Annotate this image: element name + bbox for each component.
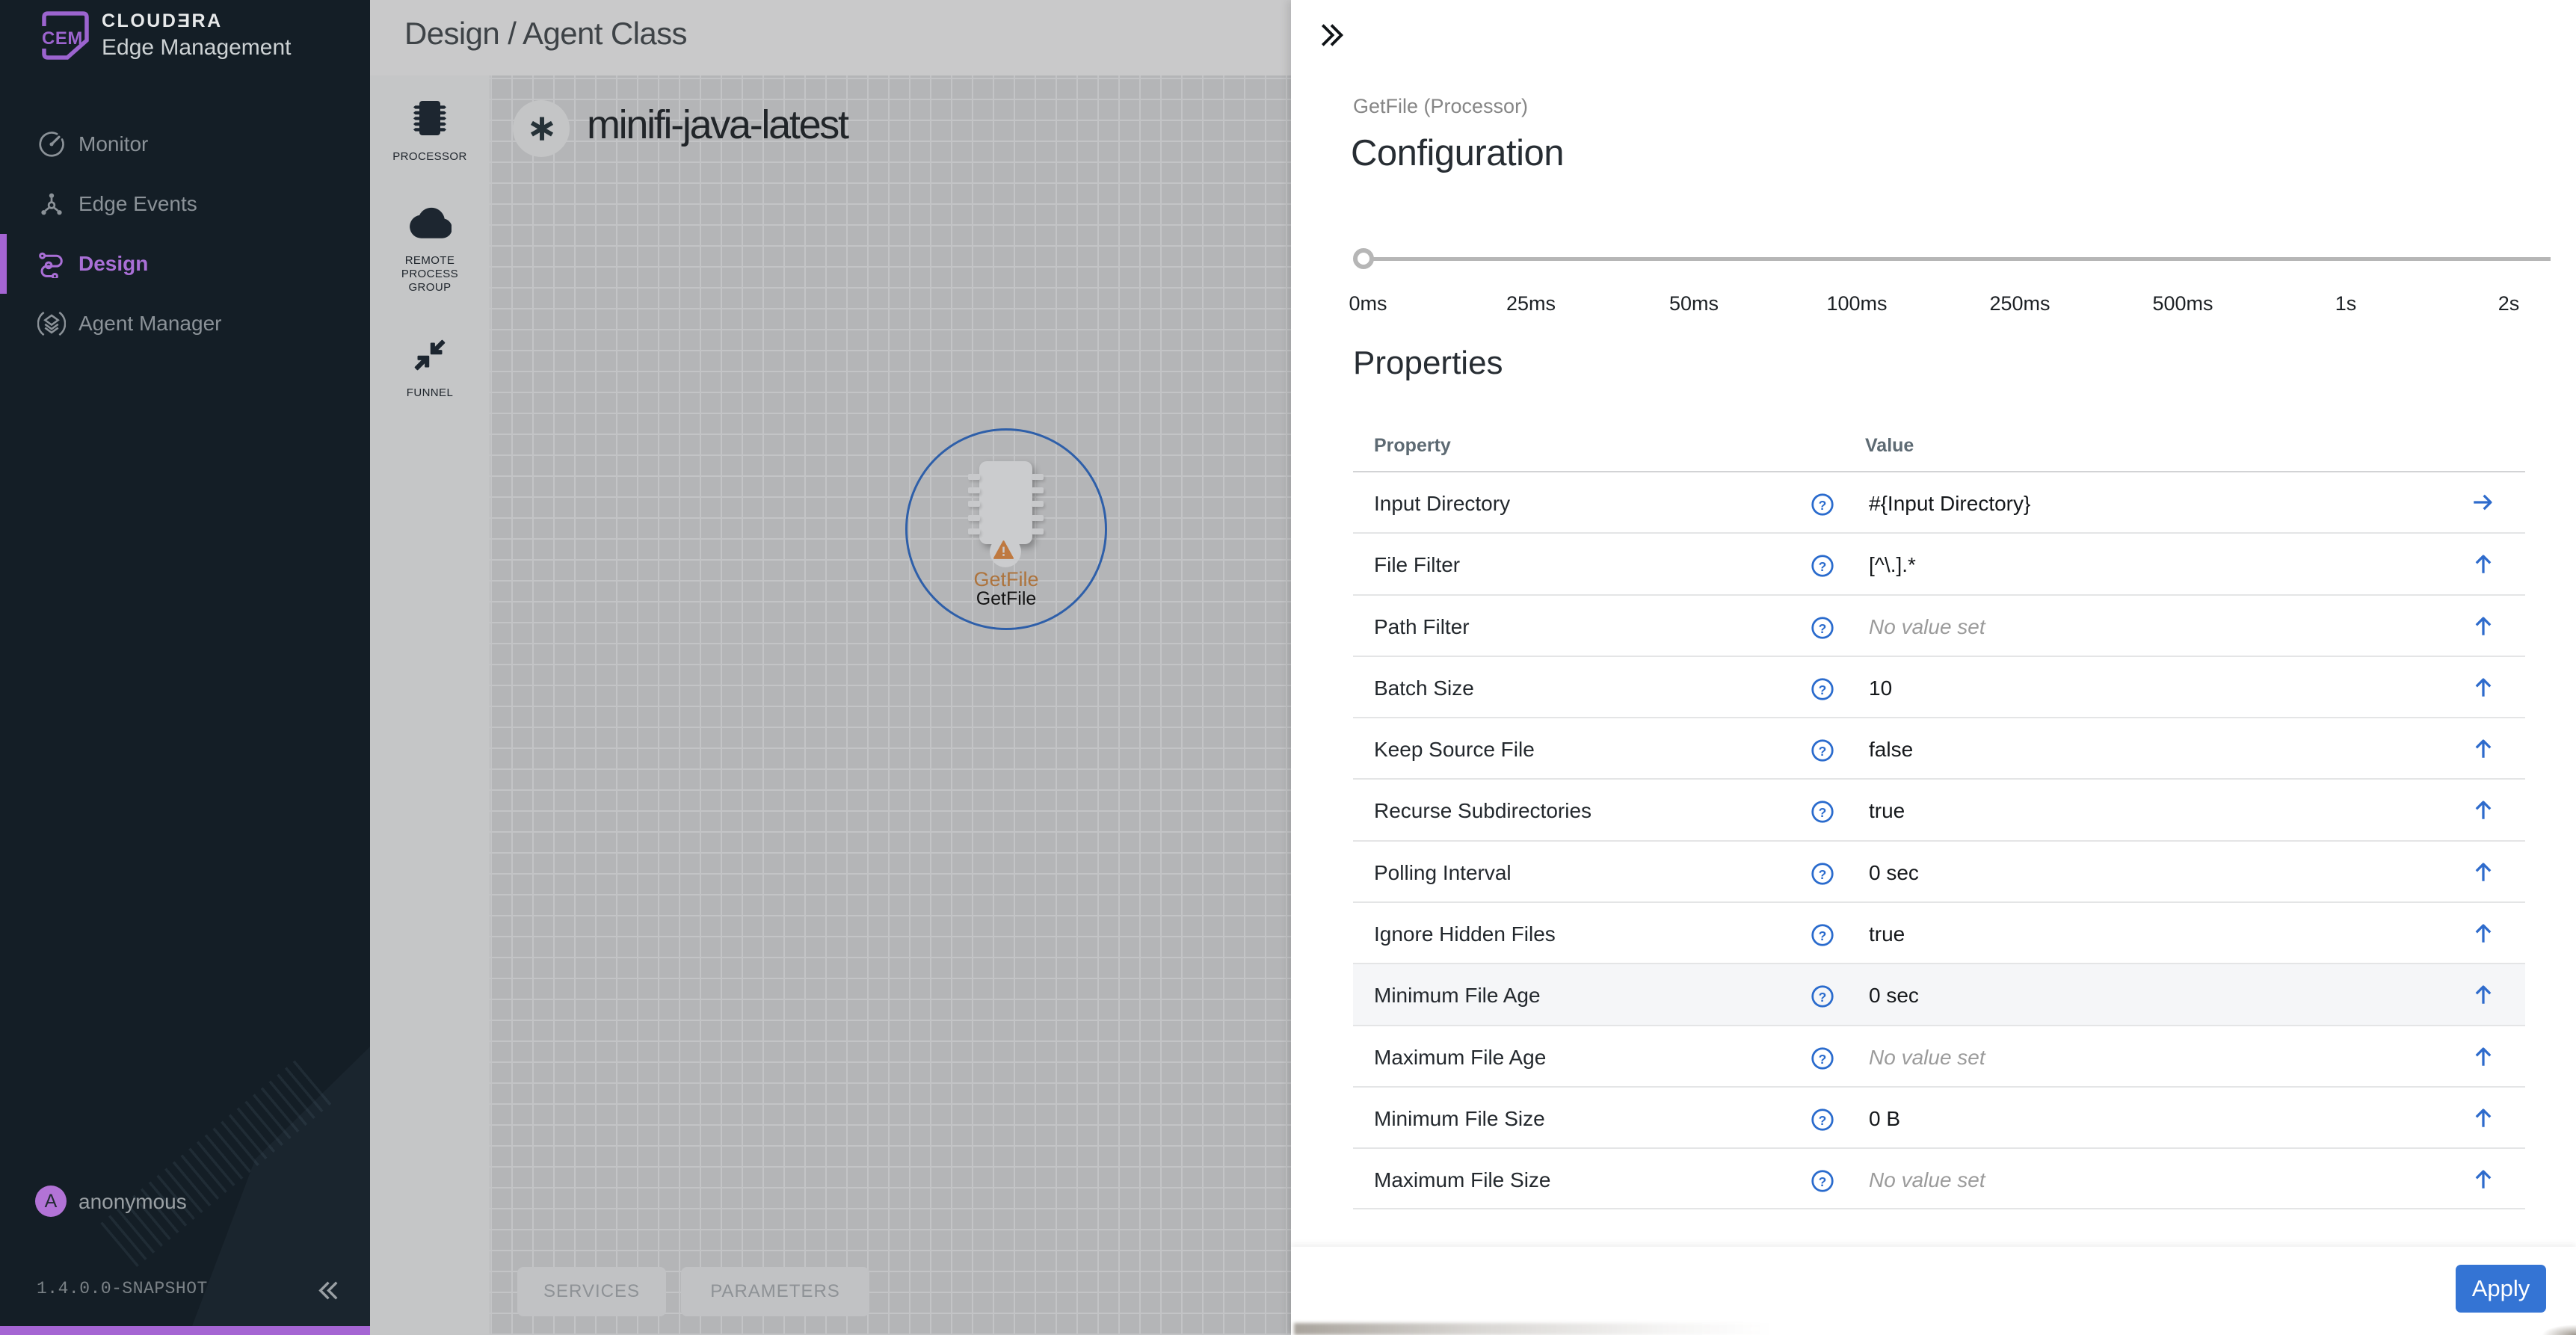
svg-text:?: ? (1819, 559, 1827, 574)
svg-text:?: ? (1819, 805, 1827, 820)
svg-text:?: ? (1819, 620, 1827, 635)
svg-text:?: ? (1819, 682, 1827, 697)
svg-text:?: ? (1819, 744, 1827, 759)
svg-text:?: ? (1819, 1174, 1827, 1189)
svg-text:?: ? (1819, 867, 1827, 882)
svg-text:?: ? (1819, 990, 1827, 1005)
svg-text:?: ? (1819, 1113, 1827, 1128)
svg-text:?: ? (1819, 928, 1827, 943)
svg-text:CEM: CEM (42, 28, 83, 49)
svg-text:?: ? (1819, 1051, 1827, 1066)
svg-text:?: ? (1819, 498, 1827, 513)
